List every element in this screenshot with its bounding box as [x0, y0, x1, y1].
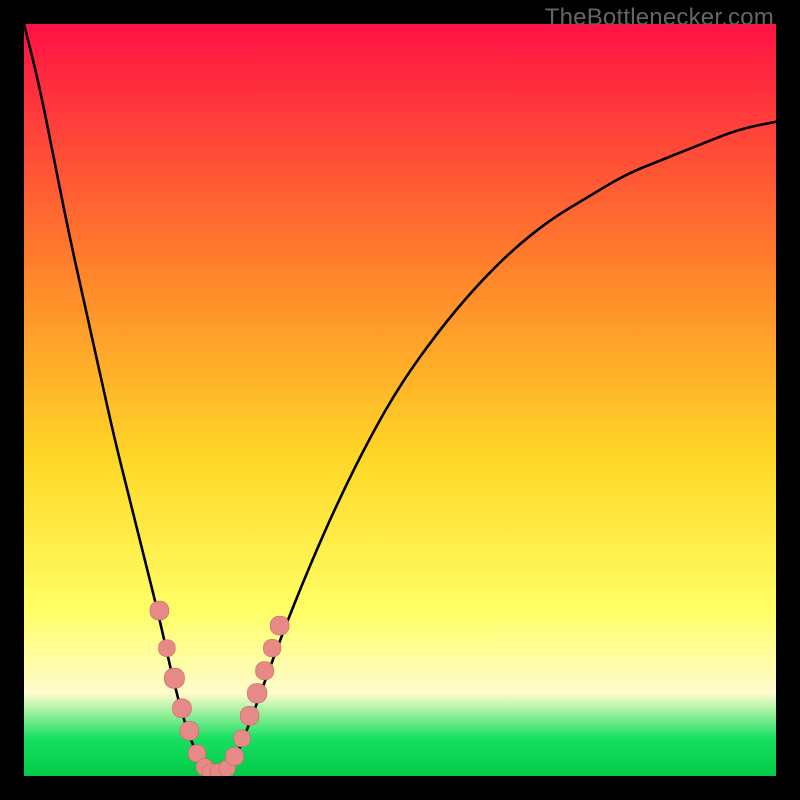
data-markers	[150, 601, 289, 776]
data-marker	[234, 730, 251, 747]
data-marker	[164, 668, 184, 688]
data-marker	[240, 706, 259, 725]
curve-layer	[24, 24, 776, 776]
plot-area	[24, 24, 776, 776]
data-marker	[150, 601, 169, 620]
data-marker	[173, 699, 192, 718]
data-marker	[180, 721, 199, 740]
watermark-text: TheBottlenecker.com	[545, 4, 774, 32]
bottleneck-curve	[24, 24, 776, 773]
data-marker	[270, 616, 289, 635]
data-marker	[158, 640, 175, 657]
data-marker	[263, 639, 280, 656]
data-marker	[247, 684, 267, 704]
data-marker	[256, 662, 274, 680]
data-marker	[225, 747, 243, 765]
chart-frame: TheBottlenecker.com	[0, 0, 800, 800]
